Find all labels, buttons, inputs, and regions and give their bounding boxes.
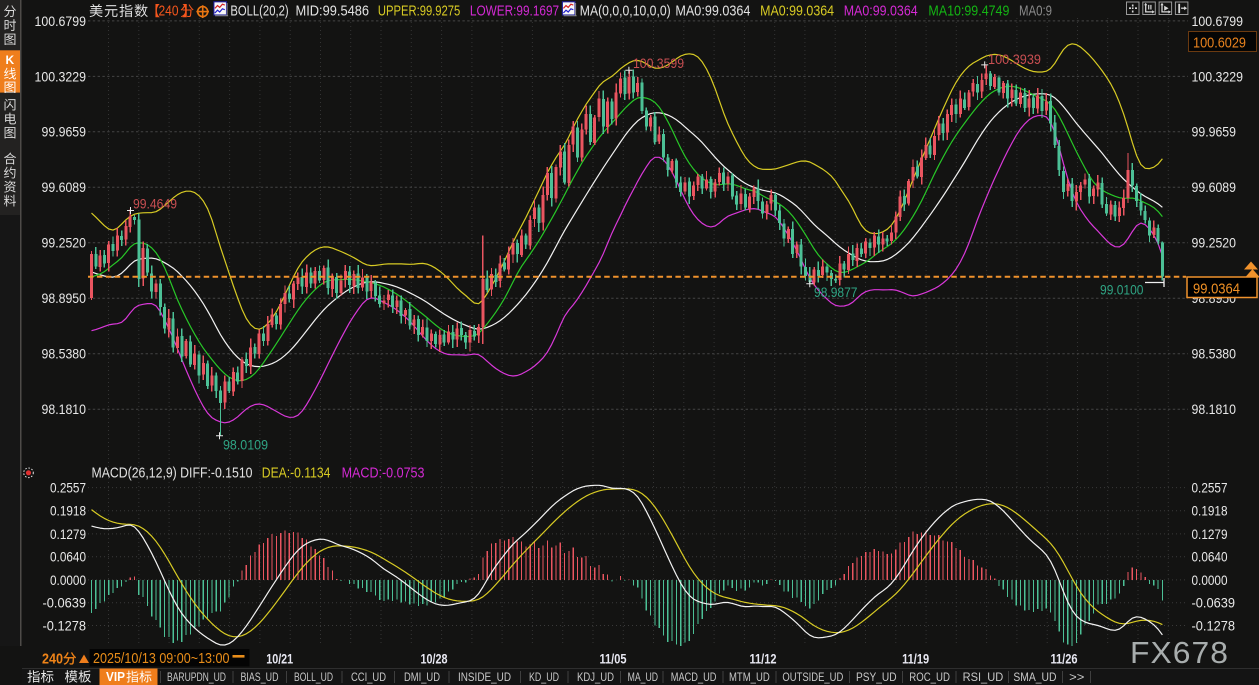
svg-text:MACD_UD: MACD_UD [671, 672, 717, 684]
svg-text:OUTSIDE_UD: OUTSIDE_UD [782, 672, 843, 684]
svg-text:98.5380: 98.5380 [42, 346, 87, 362]
svg-text:0.0000: 0.0000 [50, 572, 86, 588]
svg-text:DEA:-0.1134: DEA:-0.1134 [262, 464, 331, 481]
svg-text:BARUPDN_UD: BARUPDN_UD [167, 672, 226, 684]
svg-text:INSIDE_UD: INSIDE_UD [458, 672, 511, 684]
svg-text:MID:99.5486: MID:99.5486 [296, 3, 370, 20]
svg-text:98.1810: 98.1810 [42, 401, 87, 417]
svg-text:BOLL(20,2): BOLL(20,2) [230, 3, 288, 20]
svg-text:100.3939: 100.3939 [988, 52, 1041, 67]
svg-text:100.6799: 100.6799 [1192, 13, 1244, 29]
svg-text:MA0:9: MA0:9 [1019, 3, 1052, 20]
svg-text:UPPER:99.9275: UPPER:99.9275 [378, 3, 460, 20]
svg-text:99.6089: 99.6089 [1192, 179, 1237, 195]
svg-text:CCI_UD: CCI_UD [351, 672, 386, 684]
svg-text:PSY_UD: PSY_UD [856, 672, 897, 684]
svg-text:MTM_UD: MTM_UD [729, 672, 770, 684]
svg-text:99.4649: 99.4649 [133, 197, 177, 212]
svg-text:0.0640: 0.0640 [50, 549, 86, 565]
svg-text:BIAS_UD: BIAS_UD [241, 672, 279, 684]
svg-text:100.3229: 100.3229 [1192, 68, 1244, 84]
svg-text:100.6799: 100.6799 [35, 13, 87, 29]
svg-text:-0.1278: -0.1278 [1192, 617, 1236, 633]
svg-text:LOWER:99.1697: LOWER:99.1697 [470, 3, 559, 20]
svg-text:MA0:99.0364: MA0:99.0364 [675, 3, 750, 20]
svg-text:100.6029: 100.6029 [1193, 35, 1246, 52]
svg-text:MA10:99.4749: MA10:99.4749 [928, 3, 1009, 20]
svg-text:SMA_UD: SMA_UD [1013, 672, 1056, 684]
svg-text:2025/10/13 09:00~13:00: 2025/10/13 09:00~13:00 [93, 650, 230, 667]
svg-text:MA0:99.0364: MA0:99.0364 [844, 3, 918, 20]
svg-text:K: K [5, 53, 14, 67]
svg-text:98.0109: 98.0109 [223, 438, 268, 453]
svg-text:10/28: 10/28 [421, 652, 448, 667]
svg-text:MA(0,0,0,10,0,0): MA(0,0,0,10,0,0) [580, 3, 671, 20]
svg-text:240: 240 [42, 652, 63, 668]
svg-text:98.1810: 98.1810 [1192, 401, 1237, 417]
svg-text:ROC_UD: ROC_UD [909, 672, 950, 684]
svg-text:0.1918: 0.1918 [50, 503, 86, 519]
svg-text:0.1918: 0.1918 [1192, 503, 1228, 519]
svg-text:KDJ_UD: KDJ_UD [577, 672, 614, 684]
svg-text:>>: >> [1069, 672, 1085, 684]
svg-text:240: 240 [159, 4, 179, 20]
svg-text:98.9877: 98.9877 [814, 285, 858, 300]
svg-text:MACD:-0.0753: MACD:-0.0753 [342, 464, 425, 481]
svg-text:MACD(26,12,9) DIFF:-0.1510: MACD(26,12,9) DIFF:-0.1510 [92, 464, 253, 481]
svg-text:VIP: VIP [106, 670, 125, 684]
svg-text:-0.0639: -0.0639 [1192, 595, 1236, 611]
svg-text:11/26: 11/26 [1051, 652, 1078, 667]
svg-text:99.2520: 99.2520 [42, 235, 87, 251]
svg-text:99.6089: 99.6089 [42, 179, 87, 195]
svg-text:98.5380: 98.5380 [1192, 346, 1237, 362]
svg-text:KD_UD: KD_UD [529, 672, 559, 684]
svg-text:-0.0639: -0.0639 [43, 595, 87, 611]
svg-text:100.3599: 100.3599 [633, 56, 684, 71]
svg-text:-0.1278: -0.1278 [43, 617, 87, 633]
svg-text:98.8950: 98.8950 [42, 290, 87, 306]
svg-text:10/21: 10/21 [266, 652, 293, 667]
svg-text:DMI_UD: DMI_UD [404, 672, 440, 684]
svg-text:99.2520: 99.2520 [1192, 235, 1237, 251]
svg-text:99.9659: 99.9659 [1192, 124, 1237, 140]
svg-text:0.1279: 0.1279 [50, 526, 86, 542]
svg-text:0.2557: 0.2557 [1192, 480, 1228, 496]
svg-text:99.0100: 99.0100 [1100, 283, 1144, 298]
svg-text:RSI_UD: RSI_UD [963, 672, 1004, 684]
svg-text:11/05: 11/05 [600, 652, 627, 667]
svg-text:0.0640: 0.0640 [1192, 549, 1228, 565]
svg-text:BOLL_UD: BOLL_UD [294, 672, 333, 684]
svg-text:FX678: FX678 [1130, 635, 1229, 670]
svg-text:MA0:99.0364: MA0:99.0364 [760, 3, 834, 20]
svg-text:11/19: 11/19 [902, 652, 929, 667]
svg-text:100.3229: 100.3229 [35, 68, 87, 84]
svg-text:11/12: 11/12 [750, 652, 777, 667]
svg-text:MA_UD: MA_UD [628, 672, 658, 684]
svg-text:0.1279: 0.1279 [1192, 526, 1228, 542]
svg-text:99.9659: 99.9659 [42, 124, 87, 140]
svg-text:0.2557: 0.2557 [50, 480, 86, 496]
svg-text:0.0000: 0.0000 [1192, 572, 1228, 588]
svg-text:99.0364: 99.0364 [1193, 281, 1240, 298]
